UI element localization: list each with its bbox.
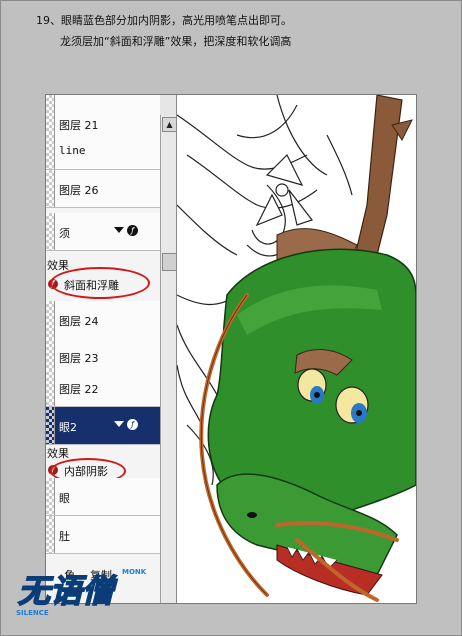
fx-icon[interactable]: ƒ: [127, 419, 138, 430]
artwork-canvas[interactable]: [177, 95, 416, 603]
layer-row-whisker[interactable]: 须 ƒ: [46, 213, 160, 251]
layer-name: 图层 26: [59, 184, 99, 197]
layer-thumbnail: [46, 478, 55, 515]
screenshot-area: ✎ ✥ 🔒 图层 21 line 图层 26 须 ƒ: [45, 94, 417, 604]
layer-name: 图层 21: [59, 119, 99, 132]
layer-name: 图层 22: [59, 383, 99, 396]
svg-text:无语僧: 无语僧: [18, 572, 118, 610]
layers-panel: ✎ ✥ 🔒 图层 21 line 图层 26 须 ƒ: [46, 95, 177, 603]
layer-row[interactable]: 眼: [46, 478, 160, 516]
layer-name: 眼2: [59, 421, 77, 434]
layer-thumbnail: [46, 301, 55, 338]
layer-thumbnail: [46, 132, 55, 169]
fx-icon[interactable]: ƒ: [127, 225, 138, 236]
expand-triangle-icon[interactable]: [114, 227, 124, 233]
layer-row[interactable]: 图层 24: [46, 301, 160, 339]
layer-row[interactable]: 肚: [46, 516, 160, 554]
layer-thumbnail: [46, 213, 55, 250]
expand-triangle-icon[interactable]: [114, 421, 124, 427]
layer-name: line: [59, 144, 86, 157]
layer-thumbnail: [46, 95, 55, 132]
highlight-oval: [50, 267, 150, 299]
watermark-logo: 无语僧 SILENCE MONK: [10, 560, 160, 620]
layer-row-selected[interactable]: 眼2 ƒ: [46, 407, 160, 445]
layer-name: 肚: [59, 530, 70, 543]
svg-text:SILENCE: SILENCE: [16, 609, 49, 617]
instruction-line-2: 龙须层加“斜面和浮雕”效果，把深度和软化调高: [60, 35, 292, 48]
layer-row[interactable]: 图层 26: [46, 170, 160, 208]
scroll-up-icon[interactable]: ▲: [162, 117, 176, 132]
instruction-line-1: 19、眼睛蓝色部分加内阴影，高光用喷笔点出即可。: [36, 14, 292, 27]
svg-text:MONK: MONK: [122, 568, 147, 576]
layer-name: 须: [59, 227, 70, 240]
layer-row[interactable]: 图层 22: [46, 369, 160, 407]
layer-thumbnail: [46, 407, 55, 444]
layer-row[interactable]: line: [46, 132, 160, 170]
layer-thumbnail: [46, 516, 55, 553]
layer-name: 眼: [59, 492, 70, 505]
layer-name: 图层 24: [59, 315, 99, 328]
layers-scrollbar[interactable]: ▲: [160, 115, 176, 603]
layer-row[interactable]: 图层 21: [46, 95, 160, 133]
scroll-thumb[interactable]: [162, 253, 176, 271]
layer-name: 图层 23: [59, 352, 99, 365]
layer-thumbnail: [46, 170, 55, 207]
layer-thumbnail: [46, 369, 55, 406]
effects-label: 效果: [47, 447, 69, 460]
dragon-illustration: [177, 95, 416, 602]
